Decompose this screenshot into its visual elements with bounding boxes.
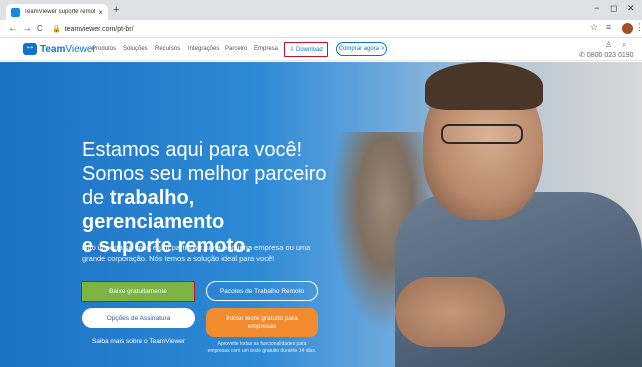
reload-icon[interactable]: C — [37, 22, 43, 36]
teamviewer-logo[interactable]: TeamViewer — [23, 41, 96, 55]
search-icon[interactable]: ⌕ — [622, 40, 626, 50]
hero-photo-main-person — [395, 62, 642, 367]
teamviewer-logo-icon — [23, 41, 37, 55]
address-bar: ← → C 🔒 teamviewer.com/pt-br/ ☆ ≡ ⋮ — [0, 20, 642, 38]
new-tab-button[interactable]: + — [113, 4, 119, 16]
url-field[interactable]: 🔒 teamviewer.com/pt-br/ — [52, 23, 572, 35]
buy-now-button[interactable]: Comprar agora > — [336, 42, 387, 56]
nav-item-parceiro[interactable]: Parceiro — [225, 46, 247, 52]
hero-title: Estamos aqui para você! Somos seu melhor… — [82, 139, 327, 257]
hero-section: Estamos aqui para você! Somos seu melhor… — [0, 62, 642, 367]
learn-more-link[interactable]: Saiba mais sobre o TeamViewer — [82, 338, 195, 345]
reading-list-icon[interactable]: ≡ — [606, 22, 611, 32]
forward-icon[interactable]: → — [22, 22, 32, 36]
free-download-button[interactable]: Baixe gratuitamente — [81, 281, 195, 302]
nav-item-produtos[interactable]: Produtos — [92, 46, 116, 52]
browser-tab-bar: TeamViewer suporte remoto, ac × + − ◻ ✕ — [0, 0, 642, 20]
trial-note: Aproveite todas as funcionalidades para … — [207, 341, 317, 354]
close-window-icon[interactable]: ✕ — [627, 3, 635, 14]
download-label: ⇩ Download — [289, 47, 323, 53]
logo-text: TeamViewer — [40, 43, 96, 55]
minimize-icon[interactable]: − — [594, 3, 599, 13]
bookmark-star-icon[interactable]: ☆ — [590, 22, 598, 33]
back-icon[interactable]: ← — [8, 22, 18, 36]
download-button[interactable]: ⇩ Download — [284, 42, 328, 57]
hero-subtitle: Não importa se você é um particular, uma… — [82, 243, 311, 263]
site-header: TeamViewer Produtos Soluções Recursos In… — [0, 38, 642, 61]
tab-title: TeamViewer suporte remoto, ac — [24, 9, 96, 15]
lock-icon: 🔒 — [52, 26, 61, 33]
profile-avatar[interactable] — [622, 23, 633, 34]
subscription-options-button[interactable]: Opções de Assinatura — [82, 308, 195, 328]
url-text: teamviewer.com/pt-br/ — [64, 25, 134, 33]
restore-icon[interactable]: ◻ — [610, 3, 617, 14]
remote-work-packages-button[interactable]: Pacotes de Trabalho Remoto — [206, 281, 318, 301]
nav-item-integracoes[interactable]: Integrações — [188, 46, 219, 52]
browser-tab[interactable]: TeamViewer suporte remoto, ac × — [6, 4, 108, 20]
browser-menu-icon[interactable]: ⋮ — [635, 22, 642, 33]
start-free-trial-button[interactable]: Iniciar teste gratuito para empresas — [206, 308, 318, 337]
phone-number[interactable]: ✆ 0800 023 0190 — [579, 51, 634, 59]
user-icon[interactable]: ♙ — [605, 40, 612, 49]
nav-item-solucoes[interactable]: Soluções — [123, 46, 148, 52]
tab-close-icon[interactable]: × — [98, 8, 103, 17]
nav-item-recursos[interactable]: Recursos — [155, 46, 180, 52]
nav-item-empresa[interactable]: Empresa — [254, 46, 278, 52]
teamviewer-favicon-icon — [11, 7, 20, 17]
